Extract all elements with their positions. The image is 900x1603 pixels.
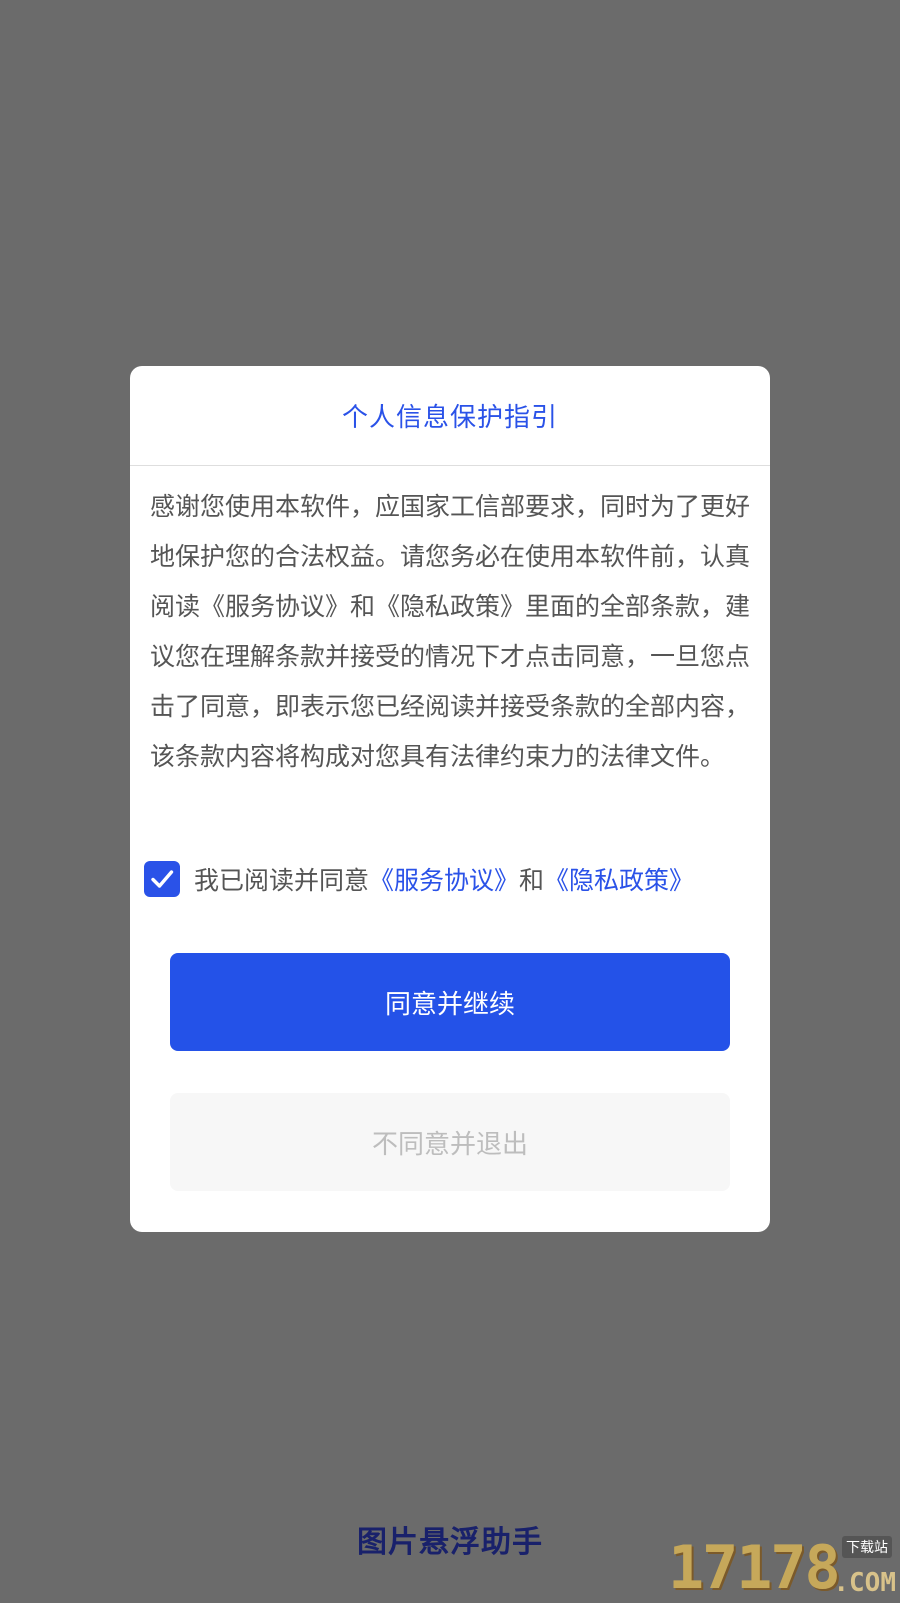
agreement-conjunction: 和 [519,866,545,895]
agreement-row: 我已阅读并同意 《服务协议》 和 《隐私政策》 [144,859,694,899]
privacy-link[interactable]: 《隐私政策》 [544,861,694,897]
site-watermark: 17178 下载站 .COM [668,1536,898,1598]
agreement-checkbox[interactable] [144,861,180,897]
dialog-title: 个人信息保护指引 [341,403,558,433]
dialog-body-text: 感谢您使用本软件，应国家工信部要求，同时为了更好地保护您的合法权益。请您务必在使… [150,492,751,771]
terms-link[interactable]: 《服务协议》 [369,861,519,897]
privacy-dialog: 个人信息保护指引 感谢您使用本软件，应国家工信部要求，同时为了更好地保护您的合法… [130,366,770,1232]
check-icon [151,870,174,888]
agree-continue-button[interactable]: 同意并继续 [170,953,730,1051]
dialog-header: 个人信息保护指引 [130,366,770,466]
disagree-exit-button[interactable]: 不同意并退出 [170,1093,730,1191]
watermark-tag: 下载站 [842,1536,892,1558]
watermark-digits: 17178 [668,1533,841,1603]
agreement-prefix: 我已阅读并同意 [194,866,370,895]
watermark-domain: .COM [833,1568,896,1598]
